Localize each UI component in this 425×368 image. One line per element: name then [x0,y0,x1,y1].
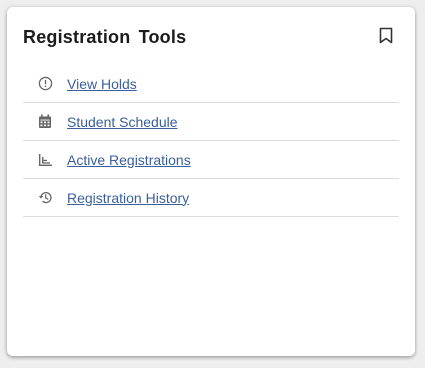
history-icon [37,190,53,206]
tool-item-student-schedule: Student Schedule [23,103,399,141]
tool-item-active-registrations: Active Registrations [23,141,399,179]
student-schedule-link[interactable]: Student Schedule [67,114,178,130]
bookmark-icon[interactable] [375,24,397,46]
bar-chart-icon [37,152,53,168]
card-title: Registration Tools [23,26,187,47]
card-header: Registration Tools [23,25,399,49]
tool-item-registration-history: Registration History [23,179,399,217]
registration-history-link[interactable]: Registration History [67,190,189,206]
view-holds-link[interactable]: View Holds [67,76,137,92]
registration-tools-card: Registration Tools View Holds Student Sc… [7,7,415,356]
tool-item-view-holds: View Holds [23,65,399,103]
tool-list: View Holds Student Schedule Active Regis… [23,65,399,217]
calendar-icon [37,114,53,130]
active-registrations-link[interactable]: Active Registrations [67,152,191,168]
alert-circle-icon [37,76,53,92]
